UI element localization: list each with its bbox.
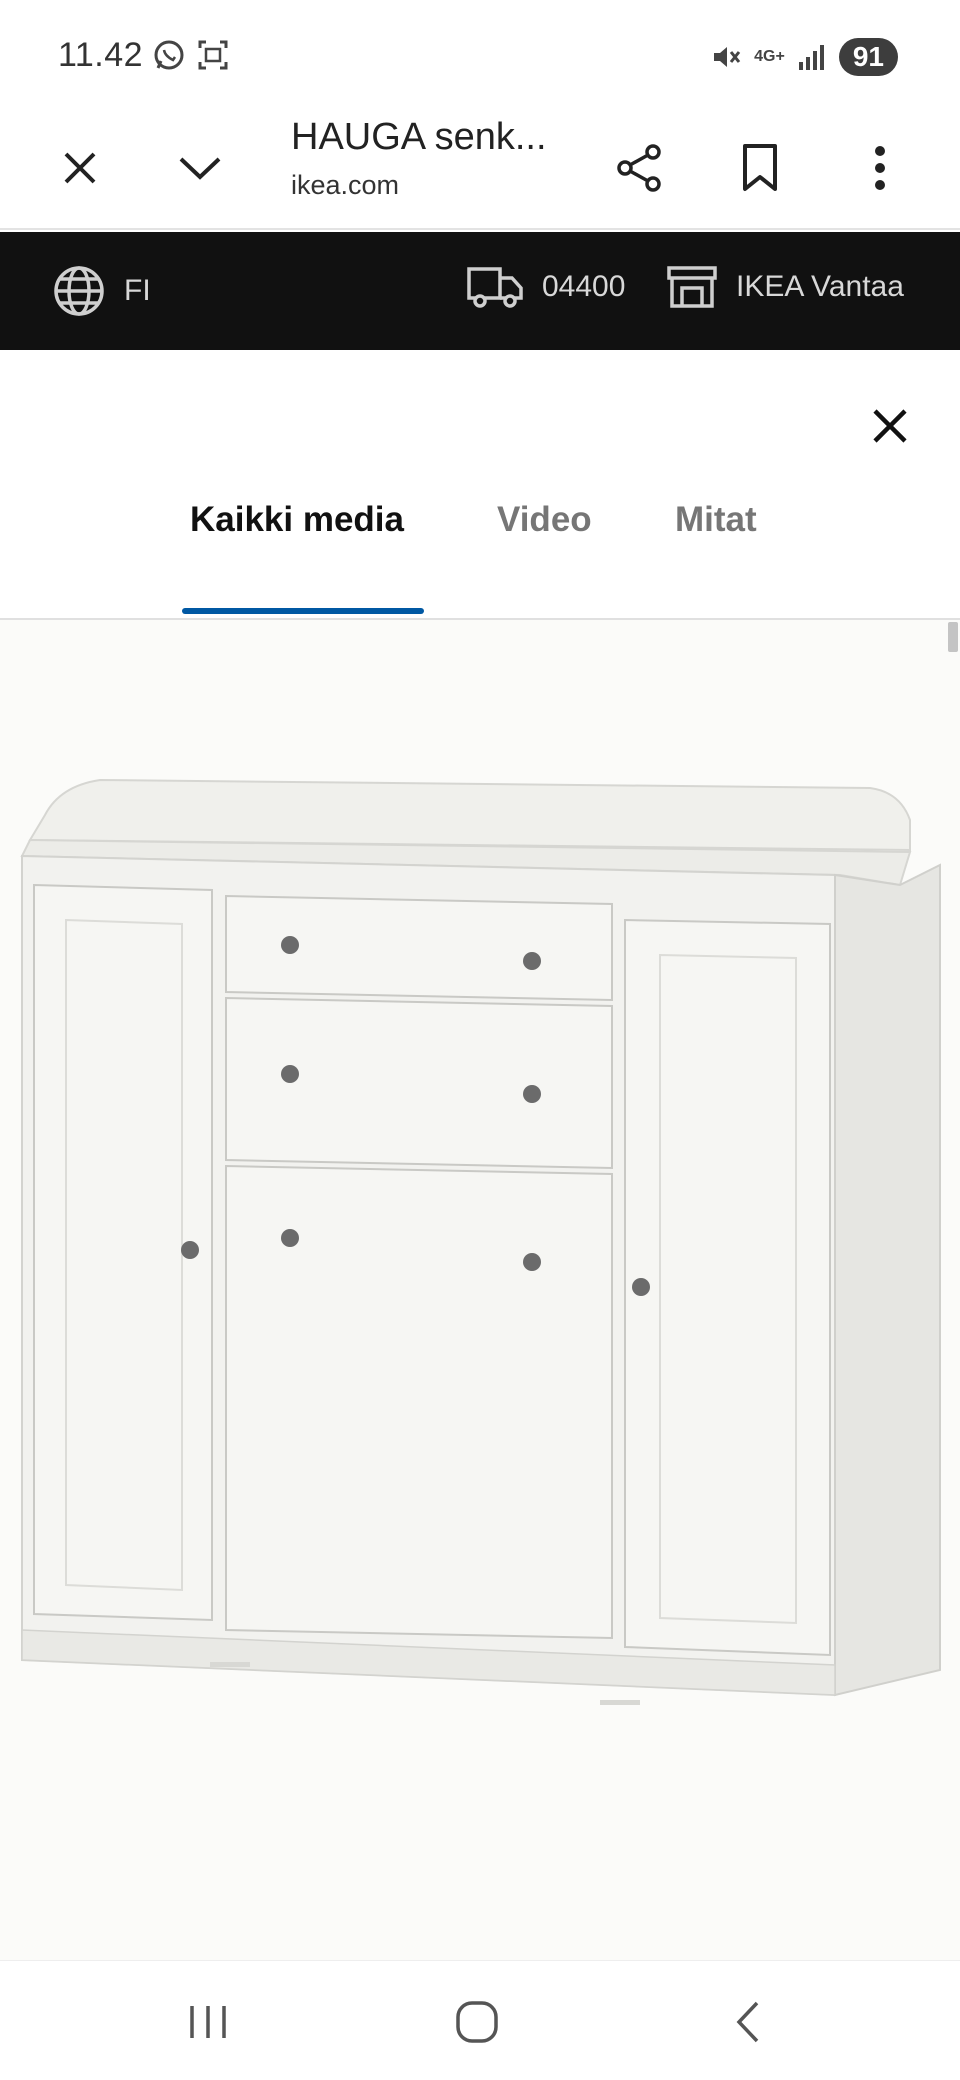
ikea-location-bar: FI 04400 IKEA Vantaa <box>0 232 960 350</box>
close-tab-button[interactable] <box>48 136 112 200</box>
sideboard-product-image <box>0 620 960 1960</box>
collapse-button[interactable] <box>168 136 232 200</box>
whatsapp-icon <box>154 40 184 70</box>
store-icon <box>667 266 717 308</box>
battery-indicator: 91 <box>838 38 898 76</box>
back-button[interactable] <box>708 1987 788 2057</box>
close-gallery-button[interactable] <box>860 396 920 456</box>
system-navigation-bar <box>0 1960 960 2080</box>
product-image-area[interactable] <box>0 620 960 1960</box>
close-icon <box>64 152 96 184</box>
bookmark-button[interactable] <box>728 136 792 200</box>
network-type-label: 4G+ <box>754 48 785 65</box>
bookmark-icon <box>743 144 777 191</box>
language-label: FI <box>124 274 151 307</box>
truck-icon <box>467 267 523 308</box>
recent-apps-button[interactable] <box>168 1987 248 2057</box>
postal-code-selector[interactable]: 04400 <box>466 264 625 310</box>
status-system-icons: 4G+ 91 <box>710 38 898 76</box>
media-gallery-sheet: Kaikki media Video Mitat <box>0 350 960 1960</box>
more-vert-icon <box>875 146 885 190</box>
status-notification-icons <box>152 38 230 72</box>
browser-toolbar: HAUGA senk... ikea.com <box>0 112 960 230</box>
more-options-button[interactable] <box>848 136 912 200</box>
home-button[interactable] <box>437 1987 517 2057</box>
page-title[interactable]: HAUGA senk... <box>291 116 547 159</box>
close-icon <box>873 409 907 443</box>
tab-dimensions[interactable]: Mitat <box>675 500 757 540</box>
back-icon <box>736 2001 759 2043</box>
tab-video[interactable]: Video <box>497 500 592 540</box>
store-label: IKEA Vantaa <box>736 270 904 303</box>
language-selector[interactable]: FI <box>52 264 151 318</box>
postal-code-label: 04400 <box>542 270 626 303</box>
home-icon <box>456 2001 498 2043</box>
active-tab-indicator <box>182 608 424 614</box>
share-icon <box>617 144 661 192</box>
tab-all-media[interactable]: Kaikki media <box>190 500 404 540</box>
status-time: 11.42 <box>58 36 144 74</box>
recent-apps-icon <box>190 2006 226 2038</box>
chevron-down-icon <box>179 157 221 180</box>
status-bar: 11.42 4G+ 91 <box>0 0 960 112</box>
scrollbar-thumb[interactable] <box>948 622 958 652</box>
screenshot-icon <box>198 40 228 70</box>
signal-icon <box>798 45 824 70</box>
mute-icon <box>714 47 741 67</box>
page-url[interactable]: ikea.com <box>291 170 399 201</box>
store-selector[interactable]: IKEA Vantaa <box>666 264 904 310</box>
media-tabs: Kaikki media Video Mitat <box>0 500 960 570</box>
globe-icon <box>54 266 104 316</box>
share-button[interactable] <box>608 136 672 200</box>
